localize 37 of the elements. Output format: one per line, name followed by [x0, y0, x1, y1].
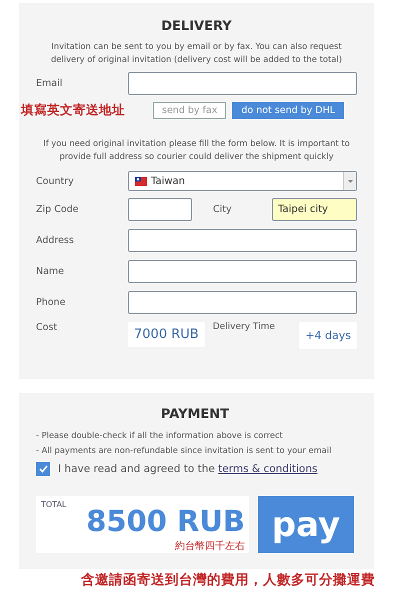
city-field[interactable]: Taipei city — [272, 198, 357, 221]
total-label: TOTAL — [41, 500, 66, 511]
caret-icon — [348, 180, 352, 182]
field-label: Address — [36, 235, 75, 246]
section-title: PAYMENT — [160, 407, 230, 422]
cost-value: 7000 RUB — [128, 322, 205, 347]
delivery-description: Invitation can be sent to you by email or by fax. You can also request delivery of original invitation (delivery cost will be added to the total) — [50, 40, 344, 65]
field-label: Cost — [36, 322, 58, 333]
field-label: Phone — [36, 297, 66, 308]
field-label: Zip Code — [36, 204, 80, 215]
field-label: Name — [36, 266, 66, 277]
total-amount: 8500 RUB — [86, 504, 245, 538]
country-select[interactable]: Taiwan — [128, 171, 357, 191]
text-field[interactable] — [128, 229, 357, 252]
field-label: Country — [36, 176, 75, 186]
terms-link[interactable]: terms & conditions — [218, 463, 318, 475]
payment-note: - Please double-check if all the information above is correct — [36, 429, 284, 442]
address-description: If you need original invitation please fill the form below. It is important to provide full address so courier could deliver the shipment quickly — [42, 137, 351, 162]
annotation-text: 含邀請函寄送到台灣的費用，人數多可分攤運費 — [81, 571, 376, 589]
field-label: Email — [36, 78, 64, 89]
agreement-text: I have read and agreed to the terms & conditions — [58, 463, 318, 475]
section-title: DELIVERY — [160, 19, 233, 34]
annotation-text: 填寫英文寄送地址 — [21, 102, 126, 119]
pay-button[interactable]: pay — [258, 496, 354, 553]
text-field[interactable] — [128, 291, 357, 314]
option-button[interactable]: do not send by DHL — [232, 102, 344, 119]
text-field[interactable] — [128, 260, 357, 283]
zip-code-field[interactable] — [128, 198, 192, 221]
field-label: City — [213, 204, 233, 215]
flag-icon — [135, 176, 147, 186]
payment-note: - All payments are non-refundable since invitation is sent to your email — [36, 444, 332, 457]
check-icon — [38, 465, 48, 473]
email-field[interactable] — [128, 72, 357, 95]
annotation-text: 約台幣四千左右 — [175, 540, 245, 553]
delivery-time-value: +4 days — [299, 322, 357, 349]
checkbox[interactable] — [36, 462, 50, 476]
field-label: Delivery Time — [212, 322, 275, 332]
